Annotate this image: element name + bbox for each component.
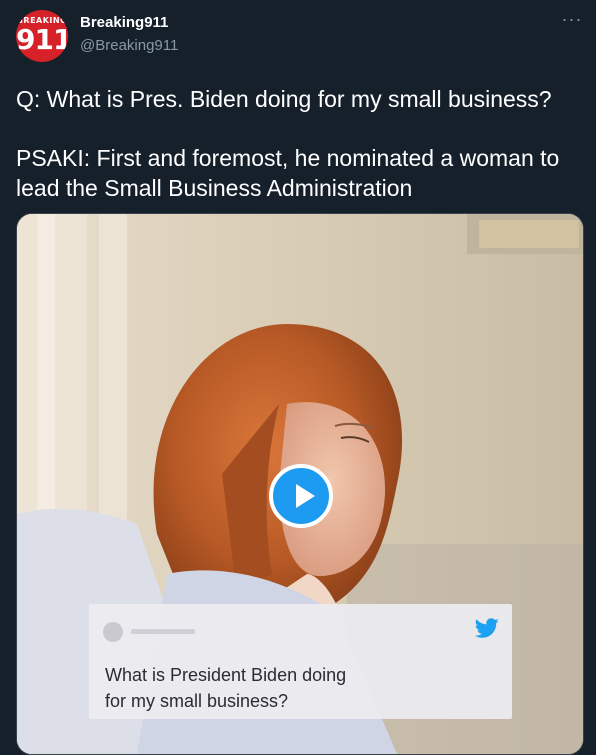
more-options-button[interactable]: ··· xyxy=(558,10,586,34)
caption-avatar xyxy=(103,622,123,642)
caption-username-placeholder xyxy=(131,629,195,634)
tweet: BREAKING 911 Breaking911 @Breaking911 ··… xyxy=(0,0,596,755)
more-horizontal-icon: ··· xyxy=(561,9,583,29)
caption-text: What is President Biden doing for my sma… xyxy=(105,662,485,714)
video-player[interactable]: What is President Biden doing for my sma… xyxy=(16,213,584,755)
tweet-answer: PSAKI: First and foremost, he nominated … xyxy=(16,145,560,201)
user-handle[interactable]: @Breaking911 xyxy=(80,37,178,54)
play-icon xyxy=(296,484,315,508)
play-button[interactable] xyxy=(269,464,333,528)
tweet-text: Q: What is Pres. Biden doing for my smal… xyxy=(16,84,586,203)
display-name[interactable]: Breaking911 xyxy=(80,14,168,31)
avatar-logo-number: 911 xyxy=(16,23,68,56)
tweet-question: Q: What is Pres. Biden doing for my smal… xyxy=(16,86,552,112)
embedded-tweet-caption: What is President Biden doing for my sma… xyxy=(89,604,512,719)
caption-line-2: for my small business? xyxy=(105,691,289,711)
caption-line-1: What is President Biden doing xyxy=(105,665,347,685)
avatar[interactable]: BREAKING 911 xyxy=(16,10,68,62)
twitter-bird-icon xyxy=(474,618,499,638)
